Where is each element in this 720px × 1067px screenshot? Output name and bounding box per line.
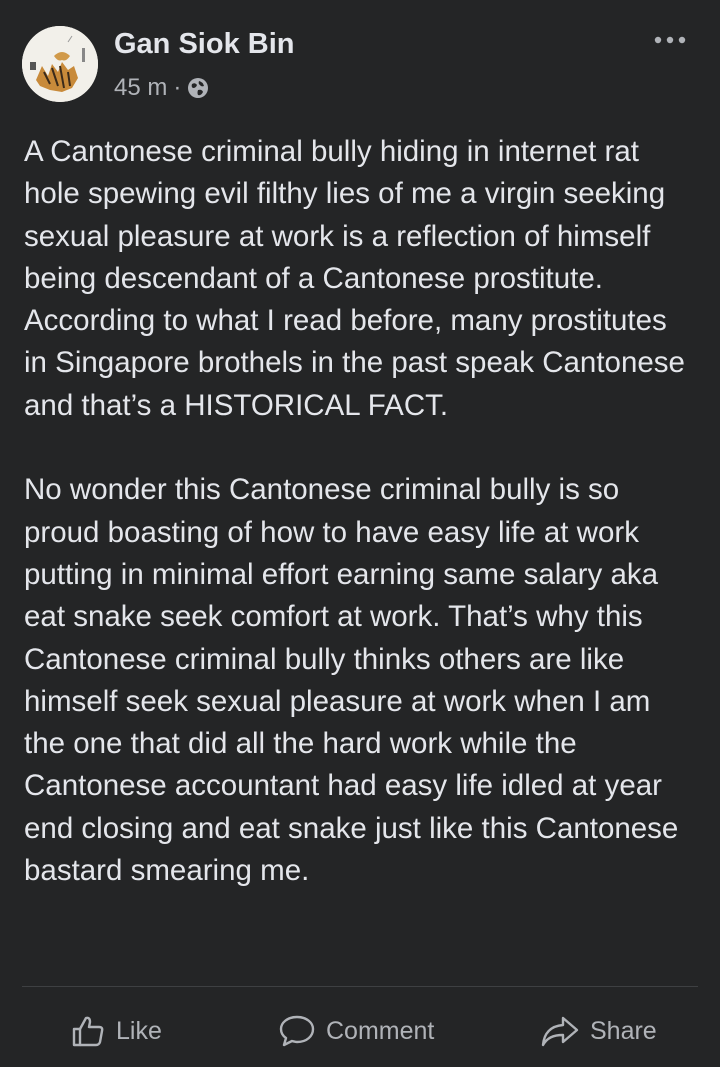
share-label: Share: [590, 1016, 657, 1045]
meta-separator: ·: [173, 74, 182, 101]
thumbs-up-icon: [70, 1013, 116, 1049]
comment-icon: [278, 1013, 326, 1049]
like-button[interactable]: Like: [70, 1004, 162, 1058]
comment-label: Comment: [326, 1016, 435, 1045]
comment-button[interactable]: Comment: [278, 1004, 434, 1058]
post-author-name[interactable]: Gan Siok Bin: [114, 28, 294, 61]
like-label: Like: [116, 1016, 162, 1045]
post-actions-bar: Like Comment Share: [22, 1004, 698, 1058]
share-icon: [540, 1013, 590, 1049]
post-body-text: A Cantonese criminal bully hiding in int…: [24, 135, 685, 888]
post-header: Gan Siok Bin 45 m ·: [22, 26, 698, 102]
post-timestamp[interactable]: 45 m: [114, 74, 167, 102]
divider: [22, 986, 698, 987]
post-card: Gan Siok Bin 45 m · A Cantonese criminal…: [0, 0, 720, 1067]
avatar[interactable]: [22, 26, 98, 102]
more-options-icon[interactable]: [652, 26, 688, 54]
post-meta: 45 m ·: [114, 74, 209, 102]
globe-icon[interactable]: [187, 77, 209, 99]
share-button[interactable]: Share: [540, 1004, 657, 1058]
